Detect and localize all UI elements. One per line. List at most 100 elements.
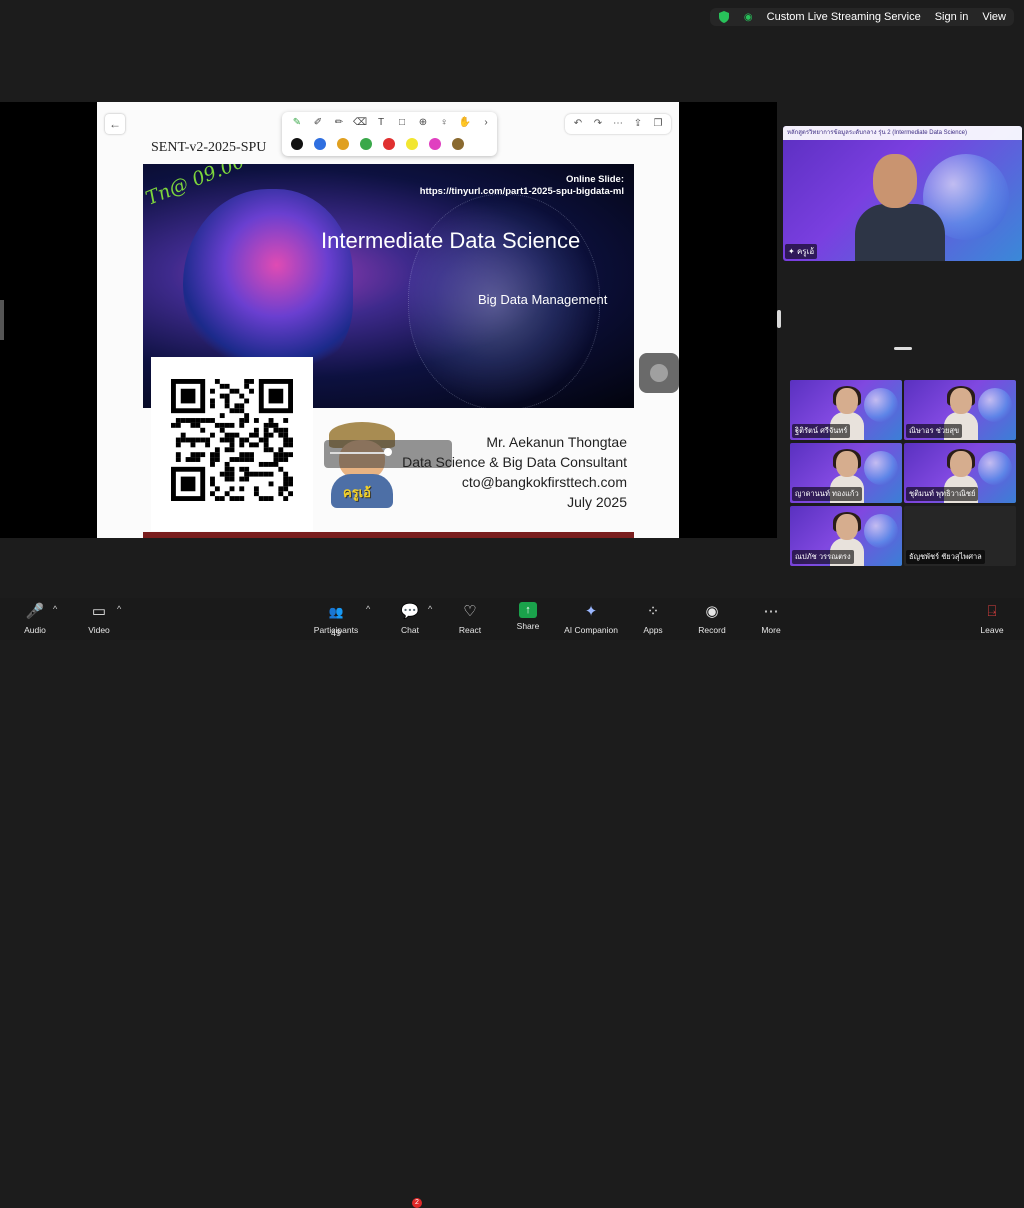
color-swatch-7[interactable]	[429, 138, 441, 150]
bubble-graphic	[864, 388, 898, 422]
stamp-icon[interactable]: ♀	[437, 116, 451, 130]
ai-companion-button[interactable]: ✦ AI Companion	[560, 602, 622, 635]
top-bar-controls: ◉ Custom Live Streaming Service Sign in …	[709, 8, 1014, 26]
record-button[interactable]: ◉ Record	[696, 602, 728, 635]
color-swatch-5[interactable]	[383, 138, 395, 150]
bubble-graphic	[978, 451, 1012, 485]
chat-options-chevron-icon[interactable]: ^	[428, 604, 432, 614]
presentation-date: July 2025	[567, 494, 627, 510]
bubble-graphic	[864, 451, 898, 485]
redo-icon[interactable]: ↷	[591, 117, 605, 131]
presenter-role: Data Science & Big Data Consultant	[402, 454, 627, 470]
video-options-chevron-icon[interactable]: ^	[117, 604, 121, 614]
livestream-service-label[interactable]: Custom Live Streaming Service	[767, 11, 921, 23]
participant-name-label: ณิษาอร ช่วยสุข	[906, 424, 963, 438]
slide-course-title: Intermediate Data Science	[321, 228, 581, 253]
presenter-contact: Mr. Aekanun Thongtae Data Science & Big …	[402, 432, 627, 512]
presenter-name: Mr. Aekanun Thongtae	[486, 434, 627, 450]
copy-icon[interactable]: ❐	[651, 117, 665, 131]
chat-unread-badge: 2	[412, 1198, 422, 1208]
color-swatch-3[interactable]	[337, 138, 349, 150]
view-button[interactable]: View	[982, 11, 1006, 23]
participant-tile[interactable]: ญาดานนท์ ทองแก้ว	[790, 443, 902, 503]
color-swatch-6[interactable]	[406, 138, 418, 150]
color-swatch-2[interactable]	[314, 138, 326, 150]
gallery-drag-handle[interactable]	[894, 347, 912, 350]
participant-tile[interactable]: ณิษาอร ช่วยสุข	[904, 380, 1016, 440]
active-speaker-video[interactable]: หลักสูตรวิทยาการข้อมูลระดับกลาง รุ่น 2 (…	[783, 126, 1022, 261]
scrubber-knob[interactable]	[384, 448, 392, 456]
bubble-graphic	[864, 514, 898, 548]
chat-button[interactable]: 💬 Chat	[396, 602, 424, 635]
qr-code	[171, 379, 293, 501]
online-slide-info: Online Slide: https://tinyurl.com/part1-…	[420, 174, 624, 198]
floating-action-button[interactable]	[639, 353, 679, 393]
participant-tile[interactable]: ฐิติรัตน์ ศรีจันทร์	[790, 380, 902, 440]
slide-course-subtitle: Big Data Management	[478, 292, 608, 307]
microphone-muted-icon: 🎤	[25, 603, 45, 620]
apps-icon: ⁘	[646, 603, 660, 620]
shape-icon[interactable]: □	[395, 116, 409, 130]
undo-icon[interactable]: ↶	[571, 117, 585, 131]
participant-tile[interactable]: ชุติมนท์ พุทธิวาณิชย์	[904, 443, 1016, 503]
highlighter-icon[interactable]: ✏	[332, 116, 346, 130]
livestream-icon: ◉	[743, 11, 753, 23]
left-edge-handle[interactable]	[0, 300, 4, 340]
share-button[interactable]: ↑ Share	[513, 602, 543, 631]
robot-head-graphic	[183, 189, 353, 379]
panel-resize-handle[interactable]	[777, 310, 781, 328]
participants-button[interactable]: 👥 49 Participants	[308, 602, 364, 638]
hand-icon[interactable]: ✋	[458, 116, 472, 130]
chevron-right-icon[interactable]: ›	[479, 116, 493, 130]
react-button[interactable]: ♡ React	[455, 602, 485, 635]
speaker-person	[855, 154, 945, 261]
pen-icon[interactable]: ✎	[290, 116, 304, 130]
apps-button[interactable]: ⁘ Apps	[638, 602, 668, 635]
export-icon[interactable]: ⇪	[631, 117, 645, 131]
participant-name-label: ญาดานนท์ ทองแก้ว	[792, 487, 862, 501]
annotation-tool-row: ✎ ✐ ✏ ⌫ T □ ⊕ ♀ ✋ ›	[290, 116, 493, 130]
share-screen-icon: ↑	[519, 602, 537, 618]
whiteboard-slide[interactable]: ← SENT-v2-2025-SPU ✎ ✐ ✏ ⌫ T □ ⊕ ♀ ✋ › ↶…	[97, 102, 679, 538]
online-slide-url: https://tinyurl.com/part1-2025-spu-bigda…	[419, 186, 624, 197]
leave-button[interactable]: ⍈ Leave	[976, 602, 1008, 635]
pin-icon: ✦	[788, 247, 797, 256]
video-button[interactable]: ▭ Video	[84, 602, 114, 635]
more-button[interactable]: ⋯ More	[756, 602, 786, 635]
scrubber-track[interactable]	[330, 452, 390, 454]
speaker-banner: หลักสูตรวิทยาการข้อมูลระดับกลาง รุ่น 2 (…	[783, 126, 1022, 140]
audio-options-chevron-icon[interactable]: ^	[53, 604, 57, 614]
color-palette	[291, 138, 464, 150]
undo-redo-toolbar: ↶ ↷ ⋯ ⇪ ❐	[565, 114, 671, 134]
sparkle-icon: ✦	[584, 603, 598, 620]
qr-code-card	[151, 357, 313, 531]
marker-icon[interactable]: ✐	[311, 116, 325, 130]
participant-name-label: ฐิติรัตน์ ศรีจันทร์	[792, 424, 851, 438]
leave-door-icon: ⍈	[987, 603, 997, 620]
participant-name-label: ณปภัช วรรณตรง	[792, 550, 854, 564]
video-camera-icon: ▭	[91, 603, 107, 620]
participants-options-chevron-icon[interactable]: ^	[366, 604, 370, 614]
participant-tile[interactable]: ณปภัช วรรณตรง	[790, 506, 902, 566]
text-icon[interactable]: T	[374, 116, 388, 130]
online-slide-label: Online Slide:	[565, 174, 624, 185]
presenter-email: cto@bangkokfirsttech.com	[461, 474, 627, 490]
heart-icon: ♡	[463, 603, 477, 620]
shield-icon[interactable]	[718, 11, 730, 23]
participants-icon: 👥 49	[328, 605, 344, 638]
bubble-graphic	[978, 388, 1012, 422]
speaker-name-label: ✦ ครูเอ้	[785, 244, 818, 259]
eraser-icon[interactable]: ⌫	[353, 116, 367, 130]
color-swatch-8[interactable]	[452, 138, 464, 150]
slide-file-title: SENT-v2-2025-SPU	[151, 140, 267, 155]
sign-in-button[interactable]: Sign in	[935, 11, 969, 23]
audio-button[interactable]: 🎤 Audio	[20, 602, 50, 635]
back-arrow-icon[interactable]: ←	[105, 114, 125, 134]
add-icon[interactable]: ⊕	[416, 116, 430, 130]
color-swatch-1[interactable]	[291, 138, 303, 150]
participant-tile[interactable]: ธัญชพัชร์ ชัยวสุไพศาล	[904, 506, 1016, 566]
annotation-toolbar: ✎ ✐ ✏ ⌫ T □ ⊕ ♀ ✋ ›	[282, 112, 497, 156]
color-swatch-4[interactable]	[360, 138, 372, 150]
record-icon: ◉	[705, 603, 719, 620]
more-options-icon[interactable]: ⋯	[611, 117, 625, 131]
